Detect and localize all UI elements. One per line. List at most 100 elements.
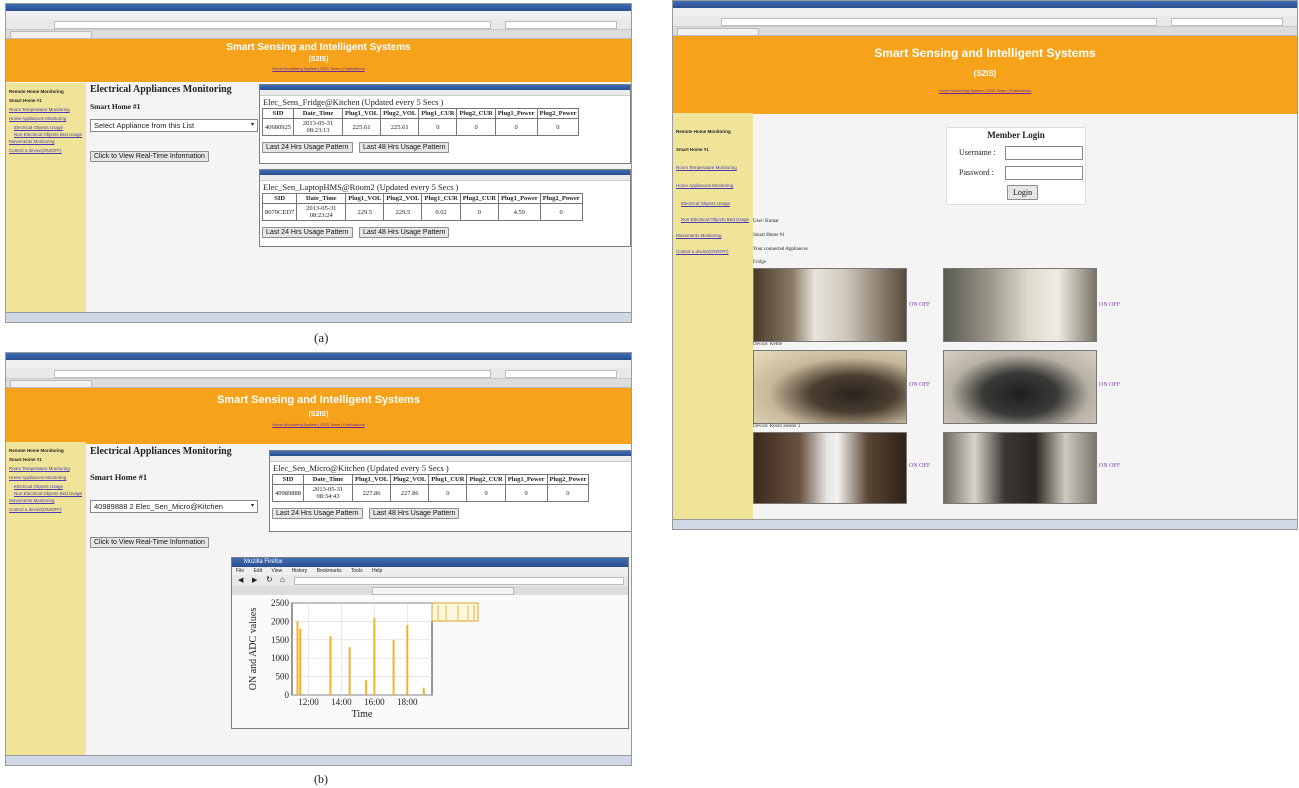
menu-edit[interactable]: Edit: [253, 568, 262, 574]
url-input[interactable]: [54, 21, 491, 29]
last-48h-button[interactable]: Last 48 Hrs Usage Pattern: [358, 142, 450, 153]
sidebar-item-movements[interactable]: Movements Monitoring: [673, 227, 753, 245]
off-link[interactable]: OFF: [919, 302, 930, 308]
cell: 0: [418, 118, 458, 136]
on-link[interactable]: ON: [909, 463, 918, 469]
menu-help[interactable]: Help: [372, 568, 382, 574]
data-bar: [406, 625, 409, 695]
search-input[interactable]: [1171, 18, 1283, 26]
firefox-url-input[interactable]: [294, 577, 624, 585]
device-toggle[interactable]: ON OFF: [909, 382, 930, 388]
view-realtime-button[interactable]: Click to View Real-Time Information: [90, 151, 209, 162]
device-toggle[interactable]: ON OFF: [909, 463, 930, 469]
menu-file[interactable]: File: [236, 568, 244, 574]
login-button[interactable]: Login: [1007, 185, 1039, 200]
table-row: 40680925 2013-05-31 08:23:13 225.61 225.…: [262, 118, 580, 136]
nav-links[interactable]: Home Monitoring System | S2IS Team | Pub…: [6, 422, 631, 427]
screenshot-b: Smart Sensing and Intelligent Systems (S…: [5, 352, 632, 766]
last-24h-button[interactable]: Last 24 Hrs Usage Pattern: [262, 227, 353, 238]
appliance-select[interactable]: Select Appliance from this List ▾: [90, 119, 258, 132]
on-link[interactable]: ON: [1099, 463, 1108, 469]
menu-view[interactable]: View: [271, 568, 282, 574]
view-realtime-button[interactable]: Click to View Real-Time Information: [90, 537, 209, 548]
sidebar-item-home[interactable]: Smart Home #1: [673, 141, 753, 159]
sidebar-item-remote[interactable]: Remote Home Monitoring: [6, 87, 86, 96]
username-input[interactable]: [1005, 146, 1083, 160]
sidebar-item-home[interactable]: Smart Home #1: [6, 96, 86, 105]
search-input[interactable]: [505, 370, 617, 378]
on-link[interactable]: ON: [1099, 382, 1108, 388]
caption-b: (b): [314, 772, 328, 786]
off-link[interactable]: OFF: [1109, 382, 1120, 388]
sidebar-item-appliances[interactable]: Home Appliances Monitoring: [6, 114, 86, 123]
sidebar-item-electrical[interactable]: Electrical Objects Usage: [6, 123, 86, 132]
menu-bar[interactable]: [6, 360, 631, 368]
sidebar-item-nonelectrical[interactable]: Non-Electrical Objects Bed Usage: [673, 217, 753, 223]
browser-tab[interactable]: [677, 28, 759, 36]
cell: 4.59: [497, 203, 541, 221]
device-toggle[interactable]: ON OFF: [1099, 463, 1120, 469]
browser-tab[interactable]: [10, 380, 92, 388]
last-48h-button[interactable]: Last 48 Hrs Usage Pattern: [358, 227, 450, 238]
nav-links[interactable]: Home Monitoring System | S2IS Team | Pub…: [673, 88, 1297, 93]
last-24h-button[interactable]: Last 24 Hrs Usage Pattern: [272, 508, 363, 519]
home-icon[interactable]: ⌂: [280, 575, 285, 584]
sidebar-item-movements[interactable]: Movements Monitoring: [6, 496, 86, 505]
sidebar-item-movements[interactable]: Movements Monitoring: [6, 137, 86, 146]
off-link[interactable]: OFF: [919, 382, 930, 388]
url-input[interactable]: [721, 18, 1157, 26]
sidebar-item-appliances[interactable]: Home Appliances Monitoring: [673, 177, 753, 195]
on-link[interactable]: ON: [909, 382, 918, 388]
device-toggle[interactable]: ON OFF: [909, 302, 930, 308]
off-link[interactable]: OFF: [1109, 463, 1120, 469]
device-toggle[interactable]: ON OFF: [1099, 382, 1120, 388]
on-link[interactable]: ON: [909, 302, 918, 308]
device-toggle[interactable]: ON OFF: [1099, 302, 1120, 308]
off-link[interactable]: OFF: [1109, 302, 1120, 308]
menu-tools[interactable]: Tools: [351, 568, 363, 574]
password-label: Password :: [959, 168, 994, 177]
last-24h-button[interactable]: Last 24 Hrs Usage Pattern: [262, 142, 353, 153]
sidebar-item-control[interactable]: Control a device(ON/OFF): [673, 245, 753, 259]
password-input[interactable]: [1005, 166, 1083, 180]
menu-bookmarks[interactable]: Bookmarks: [317, 568, 342, 574]
reload-icon[interactable]: ↻: [266, 575, 273, 584]
adc-usage-chart: 0 500 1000 1500 2000 2500 12:00 14:00 16:00 18:00…: [248, 598, 479, 720]
search-input[interactable]: [505, 21, 617, 29]
sidebar-item-temperature[interactable]: Room Temperature Monitoring: [6, 105, 86, 114]
sidebar-item-remote[interactable]: Remote Home Monitoring: [6, 446, 86, 455]
cell: 0: [456, 118, 496, 136]
url-input[interactable]: [54, 370, 491, 378]
device-photo-heater: [753, 432, 907, 504]
site-title: Smart Sensing and Intelligent Systems: [874, 46, 1096, 60]
off-link[interactable]: OFF: [919, 463, 930, 469]
sidebar-item-electrical[interactable]: Electrical Objects Usage: [673, 195, 753, 213]
sidebar-item-temperature[interactable]: Room Temperature Monitoring: [6, 464, 86, 473]
sidebar-item-remote[interactable]: Remote Home Monitoring: [673, 123, 753, 141]
site-banner: Smart Sensing and Intelligent Systems (S…: [673, 36, 1297, 114]
appliance-select[interactable]: 40989888 2 Elec_Sen_Micro@Kitchen ▾: [90, 500, 258, 513]
sidebar-item-control[interactable]: Control a device(ON/OFF): [6, 505, 86, 514]
nav-links[interactable]: Home Monitoring System | S2IS Team | Pub…: [6, 66, 631, 71]
menu-history[interactable]: History: [292, 568, 308, 574]
firefox-tab[interactable]: [372, 587, 514, 595]
sidebar-item-temperature[interactable]: Room Temperature Monitoring: [673, 159, 753, 177]
sidebar-item-control[interactable]: Control a device(ON/OFF): [6, 146, 86, 155]
col-header: Plug1_VOL: [345, 193, 385, 204]
on-link[interactable]: ON: [1099, 302, 1108, 308]
device-photo-microwave: [943, 432, 1097, 504]
popup-header: Elec_Sen_Micro@Kitchen (Updated every 5 …: [273, 463, 449, 473]
sidebar-item-appliances[interactable]: Home Appliances Monitoring: [6, 473, 86, 482]
last-48h-button[interactable]: Last 48 Hrs Usage Pattern: [368, 508, 460, 519]
browser-tab[interactable]: [10, 31, 92, 39]
popup-laptop: Elec_Sen_LaptopHMS@Room2 (Updated every …: [259, 169, 631, 247]
forward-icon[interactable]: ▶: [252, 576, 257, 584]
y-axis-label: ON and ADC values: [248, 608, 259, 691]
login-title: Member Login: [987, 130, 1045, 140]
y-tick-label: 2500: [271, 598, 290, 608]
back-icon[interactable]: ◀: [238, 576, 243, 584]
menu-bar[interactable]: [673, 8, 1297, 16]
menu-bar[interactable]: [6, 11, 631, 19]
sidebar-item-home[interactable]: Smart Home #1: [6, 455, 86, 464]
sidebar-item-electrical[interactable]: Electrical Objects Usage: [6, 482, 86, 491]
